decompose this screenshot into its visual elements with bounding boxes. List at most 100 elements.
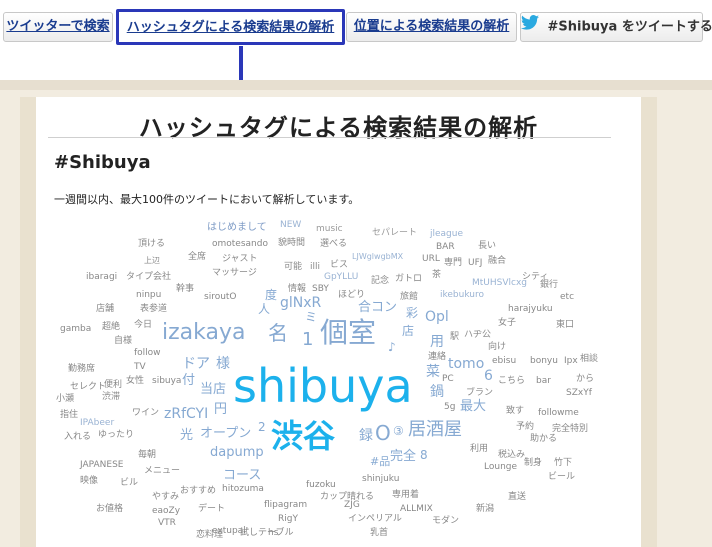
cloud-word[interactable]: Lounge [484,463,517,472]
cloud-word[interactable]: tomo [448,357,484,371]
cloud-word[interactable]: 新潟 [476,505,494,514]
cloud-word[interactable]: メニュー [144,467,180,476]
cloud-word[interactable]: ほどり [338,291,365,300]
cloud-word[interactable]: インペリアル [348,515,402,524]
cloud-word[interactable]: Opl [425,310,449,324]
cloud-word[interactable]: 彩 [406,307,418,319]
cloud-word[interactable]: 可能 [284,263,302,272]
cloud-word[interactable]: glNxR [280,296,321,310]
cloud-word[interactable]: 最大 [460,400,486,413]
cloud-word[interactable]: 竹下 [554,459,572,468]
cloud-word[interactable]: やすみ [152,493,179,502]
cloud-word[interactable]: ドア [182,357,210,371]
cloud-word[interactable]: 今日 [134,321,152,330]
cloud-word[interactable]: UFJ [468,259,482,268]
cloud-word[interactable]: 1 [302,331,313,349]
cloud-word[interactable]: ikebukuro [440,291,484,300]
cloud-word[interactable]: ALLMIX [400,505,433,514]
tab-twitter-search[interactable]: ツイッターで検索 [3,12,113,42]
cloud-word[interactable]: ♪ [388,341,396,353]
cloud-word[interactable]: NEW [280,221,301,230]
cloud-word[interactable]: zRfCYI [164,407,208,421]
cloud-word[interactable]: follow [134,349,161,358]
cloud-word[interactable]: 毎朝 [138,451,156,460]
cloud-word[interactable]: 6 [484,369,493,383]
cloud-word[interactable]: Ipx [564,357,578,366]
cloud-word[interactable]: GpYLLU [324,273,358,282]
cloud-word[interactable]: ジャスト [222,255,258,264]
cloud-word[interactable]: 東口 [556,321,574,330]
cloud-word[interactable]: 連絡 [428,353,446,362]
cloud-word[interactable]: 度 [265,289,277,301]
cloud-word[interactable]: ③ [393,425,404,437]
cloud-word[interactable]: 予約 [516,423,534,432]
cloud-word[interactable]: 光 [180,429,193,442]
cloud-word[interactable]: hs [268,529,278,538]
cloud-word[interactable]: URL [422,255,440,264]
tab-location-analysis[interactable]: 位置による検索結果の解析 [346,12,517,42]
cloud-word[interactable]: 専用着 [392,491,419,500]
cloud-word[interactable]: 便利 [104,381,122,390]
cloud-word[interactable]: dapump [210,446,264,459]
cloud-word[interactable]: BAR [436,243,455,252]
cloud-word[interactable]: 全席 [188,253,206,262]
cloud-word[interactable]: 勤務席 [68,365,95,374]
cloud-word[interactable]: 用 [430,335,444,349]
cloud-word[interactable]: music [316,225,343,234]
cloud-word[interactable]: 人 [258,303,270,315]
cloud-word[interactable]: 小瀬 [56,395,74,404]
cloud-word[interactable]: followme [538,409,579,418]
cloud-word[interactable]: こちら [498,377,525,386]
cloud-word[interactable]: SBY [312,285,329,294]
cloud-word[interactable]: bar [536,377,551,386]
cloud-word[interactable]: 制身 [524,459,542,468]
cloud-word[interactable]: 録 [359,429,373,443]
cloud-word[interactable]: 記念 [371,277,389,286]
cloud-word[interactable]: 当店 [200,383,226,396]
cloud-word[interactable]: 女性 [126,377,144,386]
cloud-word[interactable]: 茶 [432,271,441,280]
cloud-word[interactable]: 銀行 [540,281,558,290]
cloud-word[interactable]: 名 [268,323,288,343]
cloud-word[interactable]: 付 [182,374,195,387]
cloud-word[interactable]: ガトロ [395,275,422,284]
cloud-word[interactable]: 助かる [530,435,557,444]
cloud-word[interactable]: お値格 [96,505,123,514]
cloud-word[interactable]: 完全 [390,450,416,463]
cloud-word[interactable]: 入れる [64,433,91,442]
cloud-word[interactable]: 円 [214,403,227,416]
cloud-word[interactable]: ブラン [466,389,493,398]
cloud-word[interactable]: 自様 [114,337,132,346]
cloud-word[interactable]: マッサージ [212,269,257,278]
cloud-word[interactable]: 店舗 [96,305,114,314]
cloud-word[interactable]: ビス [330,261,348,270]
cloud-word[interactable]: RigY [278,515,298,524]
cloud-word[interactable]: 旅館 [400,293,418,302]
cloud-word[interactable]: 様 [216,357,230,371]
cloud-word[interactable]: jleague [430,230,463,239]
cloud-word[interactable]: SZxYf [566,389,592,398]
cloud-word[interactable]: おすすめ [180,487,216,496]
cloud-word[interactable]: shibuya [233,363,413,409]
cloud-word[interactable]: デート [198,505,225,514]
cloud-word[interactable]: O [375,423,391,443]
cloud-word[interactable]: 個室 [320,319,376,347]
cloud-word[interactable]: モダン [432,517,459,526]
cloud-word[interactable]: TV [134,363,146,372]
cloud-word[interactable]: 試しテーブル [240,529,293,538]
cloud-word[interactable]: IPAbeer [80,419,114,428]
cloud-word[interactable]: 渋谷 [271,420,335,452]
cloud-word[interactable]: はじめまして [207,223,267,233]
cloud-word[interactable]: 駅 [450,333,459,342]
cloud-word[interactable]: 指住 [60,411,78,420]
cloud-word[interactable]: 合コン [358,301,397,314]
cloud-word[interactable]: 映像 [80,477,98,486]
cloud-word[interactable]: #品 [370,456,390,467]
cloud-word[interactable]: コース [223,469,261,482]
cloud-word[interactable]: 情報 [288,285,306,294]
cloud-word[interactable]: 利用 [470,445,488,454]
cloud-word[interactable]: タイプ会社 [126,273,171,282]
cloud-word[interactable]: 税込み [498,451,525,460]
cloud-word[interactable]: hitozuma [222,485,264,494]
tweet-button[interactable]: #Shibuya をツイートする [520,12,712,42]
